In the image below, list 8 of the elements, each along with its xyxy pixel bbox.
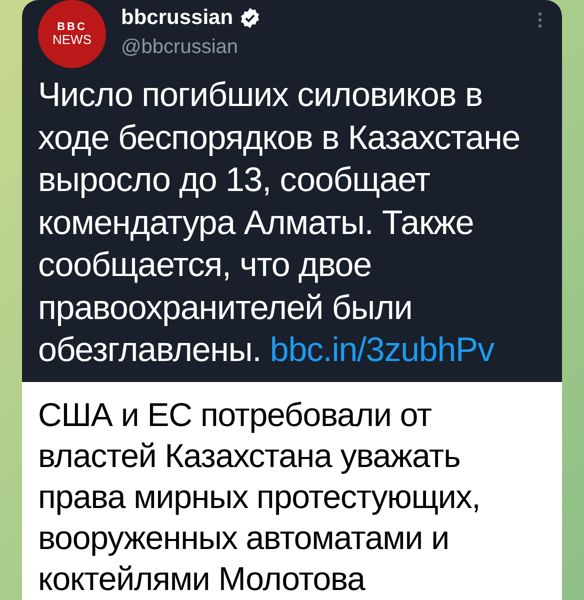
author-handle[interactable]: @bbcrussian	[121, 36, 538, 59]
message-text: США и ЕС потребовали от властей Казахстана уважать права мирных протестующих, вооруженных автоматами и коктейлями Молотова	[37, 395, 482, 599]
link[interactable]: bbc.in/3zubhPv	[270, 331, 494, 369]
tweet-text: Число погибших силовиков в ходе беспорядков в Казахстане выросло до 13, сообщает комендатура Алматы. Также сообщается, что двое правоохранителей были обезглавлены. bbc.in/3zubhPv	[38, 75, 522, 371]
more-icon[interactable]	[538, 12, 542, 28]
logo-text: BBC	[57, 22, 87, 33]
author-name[interactable]: bbcrussian	[121, 6, 234, 30]
logo-text: NEWS	[52, 33, 92, 46]
